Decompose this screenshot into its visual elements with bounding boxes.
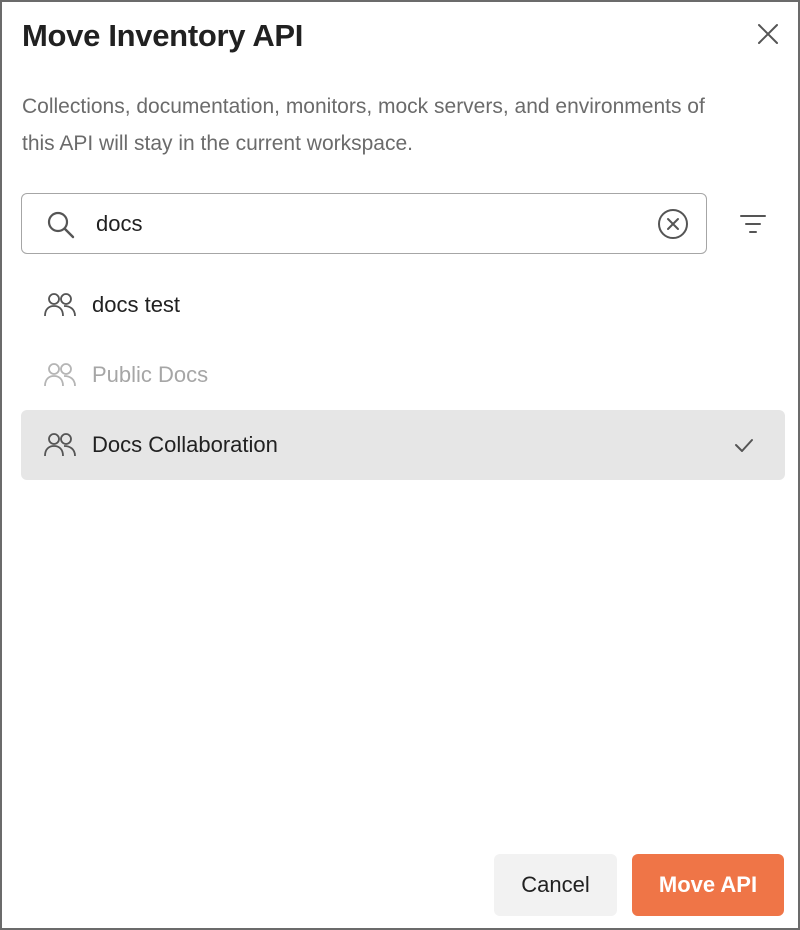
dialog-description: Collections, documentation, monitors, mo… [22, 95, 705, 155]
close-icon [758, 24, 778, 44]
workspace-row-docs-test[interactable]: docs test [21, 270, 785, 340]
workspace-results-list: docs test Public Docs Docs Collaboration [21, 270, 785, 480]
workspace-row-label: Public Docs [92, 362, 209, 387]
filter-button[interactable] [736, 207, 770, 241]
clear-icon [658, 209, 688, 239]
team-icon [44, 293, 76, 317]
clear-search-button[interactable] [657, 208, 689, 240]
workspace-row-label: Docs Collaboration [92, 432, 278, 457]
workspace-row-docs-collaboration[interactable]: Docs Collaboration [21, 410, 785, 480]
workspace-row-label: docs test [92, 292, 181, 317]
move-api-button[interactable]: Move API [632, 854, 784, 916]
check-icon [735, 439, 753, 452]
search-field[interactable] [21, 193, 707, 254]
cancel-button[interactable]: Cancel [494, 854, 617, 916]
move-api-dialog: Move Inventory API Collections, document… [0, 0, 800, 930]
team-icon [44, 363, 76, 387]
search-input[interactable] [96, 206, 636, 242]
team-icon [44, 433, 76, 457]
filter-icon [740, 215, 766, 233]
search-icon [47, 211, 75, 239]
close-button[interactable] [752, 18, 784, 50]
workspace-row-public-docs: Public Docs [21, 340, 785, 410]
dialog-title: Move Inventory API [22, 18, 304, 53]
